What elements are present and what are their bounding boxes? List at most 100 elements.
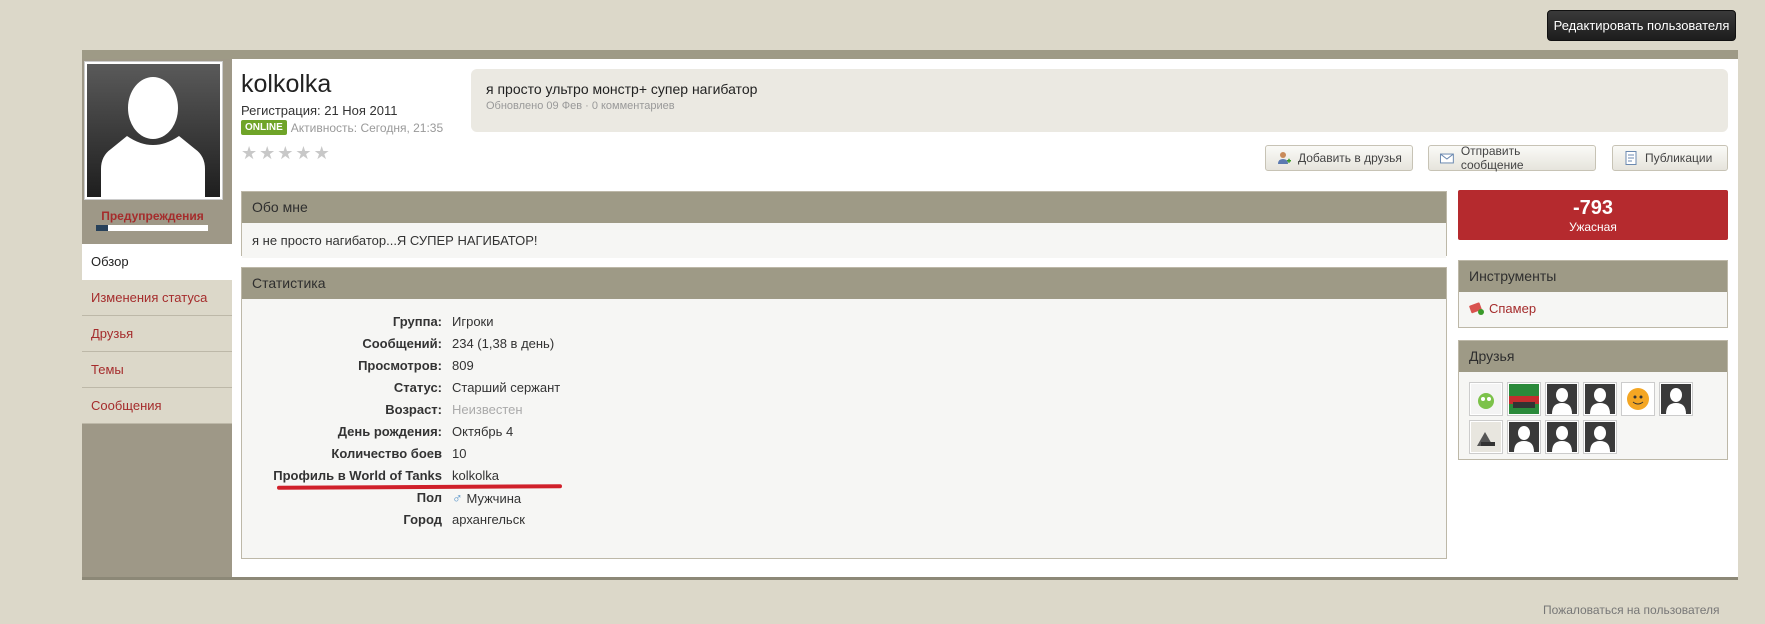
default-avatar-icon (1661, 384, 1691, 414)
stat-label: Группа: (392, 314, 442, 329)
friend-avatar[interactable] (1659, 382, 1693, 416)
spammer-link[interactable]: Спамер (1489, 301, 1536, 316)
nav-topics[interactable]: Темы (82, 352, 232, 388)
friend-avatar[interactable] (1545, 420, 1579, 454)
default-avatar-icon (1585, 422, 1615, 452)
gender-text: Мужчина (466, 491, 522, 506)
add-friend-button[interactable]: Добавить в друзья (1265, 145, 1413, 171)
stat-value: Старший сержант (452, 380, 561, 395)
reputation-value: -793 (1572, 197, 1614, 219)
publications-button[interactable]: Публикации (1612, 145, 1728, 171)
stat-label: Пол (416, 490, 442, 505)
send-message-button[interactable]: Отправить сообщение (1428, 144, 1596, 172)
stat-label: Статус: (393, 380, 442, 395)
tools-panel: Инструменты Спамер (1458, 260, 1728, 328)
nav-overview[interactable]: Обзор (82, 244, 232, 280)
stat-row-group: Группа: Игроки (242, 311, 1446, 333)
friends-title: Друзья (1459, 341, 1727, 372)
warnings-bar-fill (96, 225, 108, 231)
smiley-avatar-icon (1623, 384, 1653, 414)
username: kolkolka (241, 70, 332, 98)
friends-grid (1459, 372, 1727, 464)
default-avatar-icon (87, 64, 220, 197)
stat-value: архангельск (452, 512, 525, 527)
star-icon[interactable]: ★ (314, 144, 330, 162)
online-badge: ONLINE (241, 120, 287, 135)
friend-avatar[interactable] (1583, 382, 1617, 416)
stat-row-birthday: День рождения: Октябрь 4 (242, 421, 1446, 443)
friend-avatar[interactable] (1469, 382, 1503, 416)
spam-flag-icon (1469, 302, 1484, 315)
avatar[interactable] (84, 61, 223, 200)
stat-label: Сообщений: (362, 336, 442, 351)
stats-body: Группа: Игроки Сообщений: 234 (1,38 в де… (242, 299, 1446, 531)
stat-label: Просмотров: (358, 358, 442, 373)
document-icon (1625, 151, 1637, 165)
envelope-icon (1439, 153, 1454, 164)
publications-label: Публикации (1645, 151, 1713, 165)
nav-status-changes[interactable]: Изменения статуса (82, 280, 232, 316)
stat-row-battles: Количество боев 10 (242, 443, 1446, 465)
friends-panel: Друзья (1458, 340, 1728, 460)
stat-value: ♂ Мужчина (452, 487, 521, 509)
status-bubble: я просто ультро монстр+ супер нагибатор … (471, 69, 1728, 132)
about-title: Обо мне (242, 192, 1446, 223)
friend-avatar[interactable] (1545, 382, 1579, 416)
add-friend-label: Добавить в друзья (1298, 151, 1402, 165)
star-icon[interactable]: ★ (277, 144, 293, 162)
stat-value: 10 (452, 446, 467, 461)
status-text: я просто ультро монстр+ супер нагибатор (486, 81, 758, 97)
warnings-label[interactable]: Предупреждения (84, 209, 221, 223)
default-avatar-icon (1547, 422, 1577, 452)
stat-row-city: Город архангельск (242, 509, 1446, 531)
star-icon[interactable]: ★ (295, 144, 311, 162)
friend-avatar[interactable] (1621, 382, 1655, 416)
stat-label: День рождения: (337, 424, 442, 439)
tank-avatar-icon (1509, 384, 1539, 414)
tools-title: Инструменты (1459, 261, 1727, 292)
nav-posts[interactable]: Сообщения (82, 388, 232, 424)
cartoon-avatar-icon (1471, 384, 1501, 414)
stat-row-age: Возраст: Неизвестен (242, 399, 1446, 421)
last-activity: Активность: Сегодня, 21:35 (290, 120, 444, 135)
default-avatar-icon (1547, 384, 1577, 414)
star-icon[interactable]: ★ (259, 144, 275, 162)
stat-row-gender: Пол ♂ Мужчина (242, 487, 1446, 509)
reputation-box: -793 Ужасная (1458, 190, 1728, 240)
edit-user-button[interactable]: Редактировать пользователя (1547, 10, 1736, 41)
stat-row-wot-profile: Профиль в World of Tanks kolkolka (242, 465, 1446, 487)
add-user-icon (1278, 152, 1291, 164)
tools-body: Спамер (1459, 292, 1727, 324)
stat-row-rank: Статус: Старший сержант (242, 377, 1446, 399)
stat-label: Количество боев (331, 446, 442, 461)
stat-row-views: Просмотров: 809 (242, 355, 1446, 377)
friend-avatar[interactable] (1469, 420, 1503, 454)
stat-row-posts: Сообщений: 234 (1,38 в день) (242, 333, 1446, 355)
profile-nav: Обзор Изменения статуса Друзья Темы Сооб… (82, 244, 232, 424)
rating-stars[interactable]: ★ ★ ★ ★ ★ (241, 144, 330, 162)
online-row: ONLINE Активность: Сегодня, 21:35 (241, 120, 443, 135)
warnings-bar (95, 224, 209, 232)
friend-avatar[interactable] (1507, 382, 1541, 416)
about-panel: Обо мне я не просто нагибатор...Я СУПЕР … (241, 191, 1447, 258)
default-avatar-icon (1509, 422, 1539, 452)
stat-value: Октябрь 4 (452, 424, 514, 439)
profile-bottom-border (82, 577, 1738, 580)
reputation-label: Ужасная (1569, 220, 1617, 234)
stat-value: 234 (1,38 в день) (452, 336, 555, 351)
stat-value: Игроки (452, 314, 494, 329)
report-user-link[interactable]: Пожаловаться на пользователя (1543, 603, 1720, 617)
male-icon: ♂ (452, 490, 463, 506)
nav-friends[interactable]: Друзья (82, 316, 232, 352)
stat-value: Неизвестен (452, 402, 523, 417)
soldier-avatar-icon (1471, 422, 1501, 452)
star-icon[interactable]: ★ (241, 144, 257, 162)
registration-date: Регистрация: 21 Ноя 2011 (241, 103, 398, 118)
stat-label: Город (403, 512, 442, 527)
default-avatar-icon (1585, 384, 1615, 414)
send-message-label: Отправить сообщение (1460, 144, 1524, 172)
status-meta[interactable]: Обновлено 09 Фев · 0 комментариев (486, 100, 1713, 112)
friend-avatar[interactable] (1583, 420, 1617, 454)
stats-panel: Статистика Группа: Игроки Сообщений: 234… (241, 267, 1447, 559)
friend-avatar[interactable] (1507, 420, 1541, 454)
